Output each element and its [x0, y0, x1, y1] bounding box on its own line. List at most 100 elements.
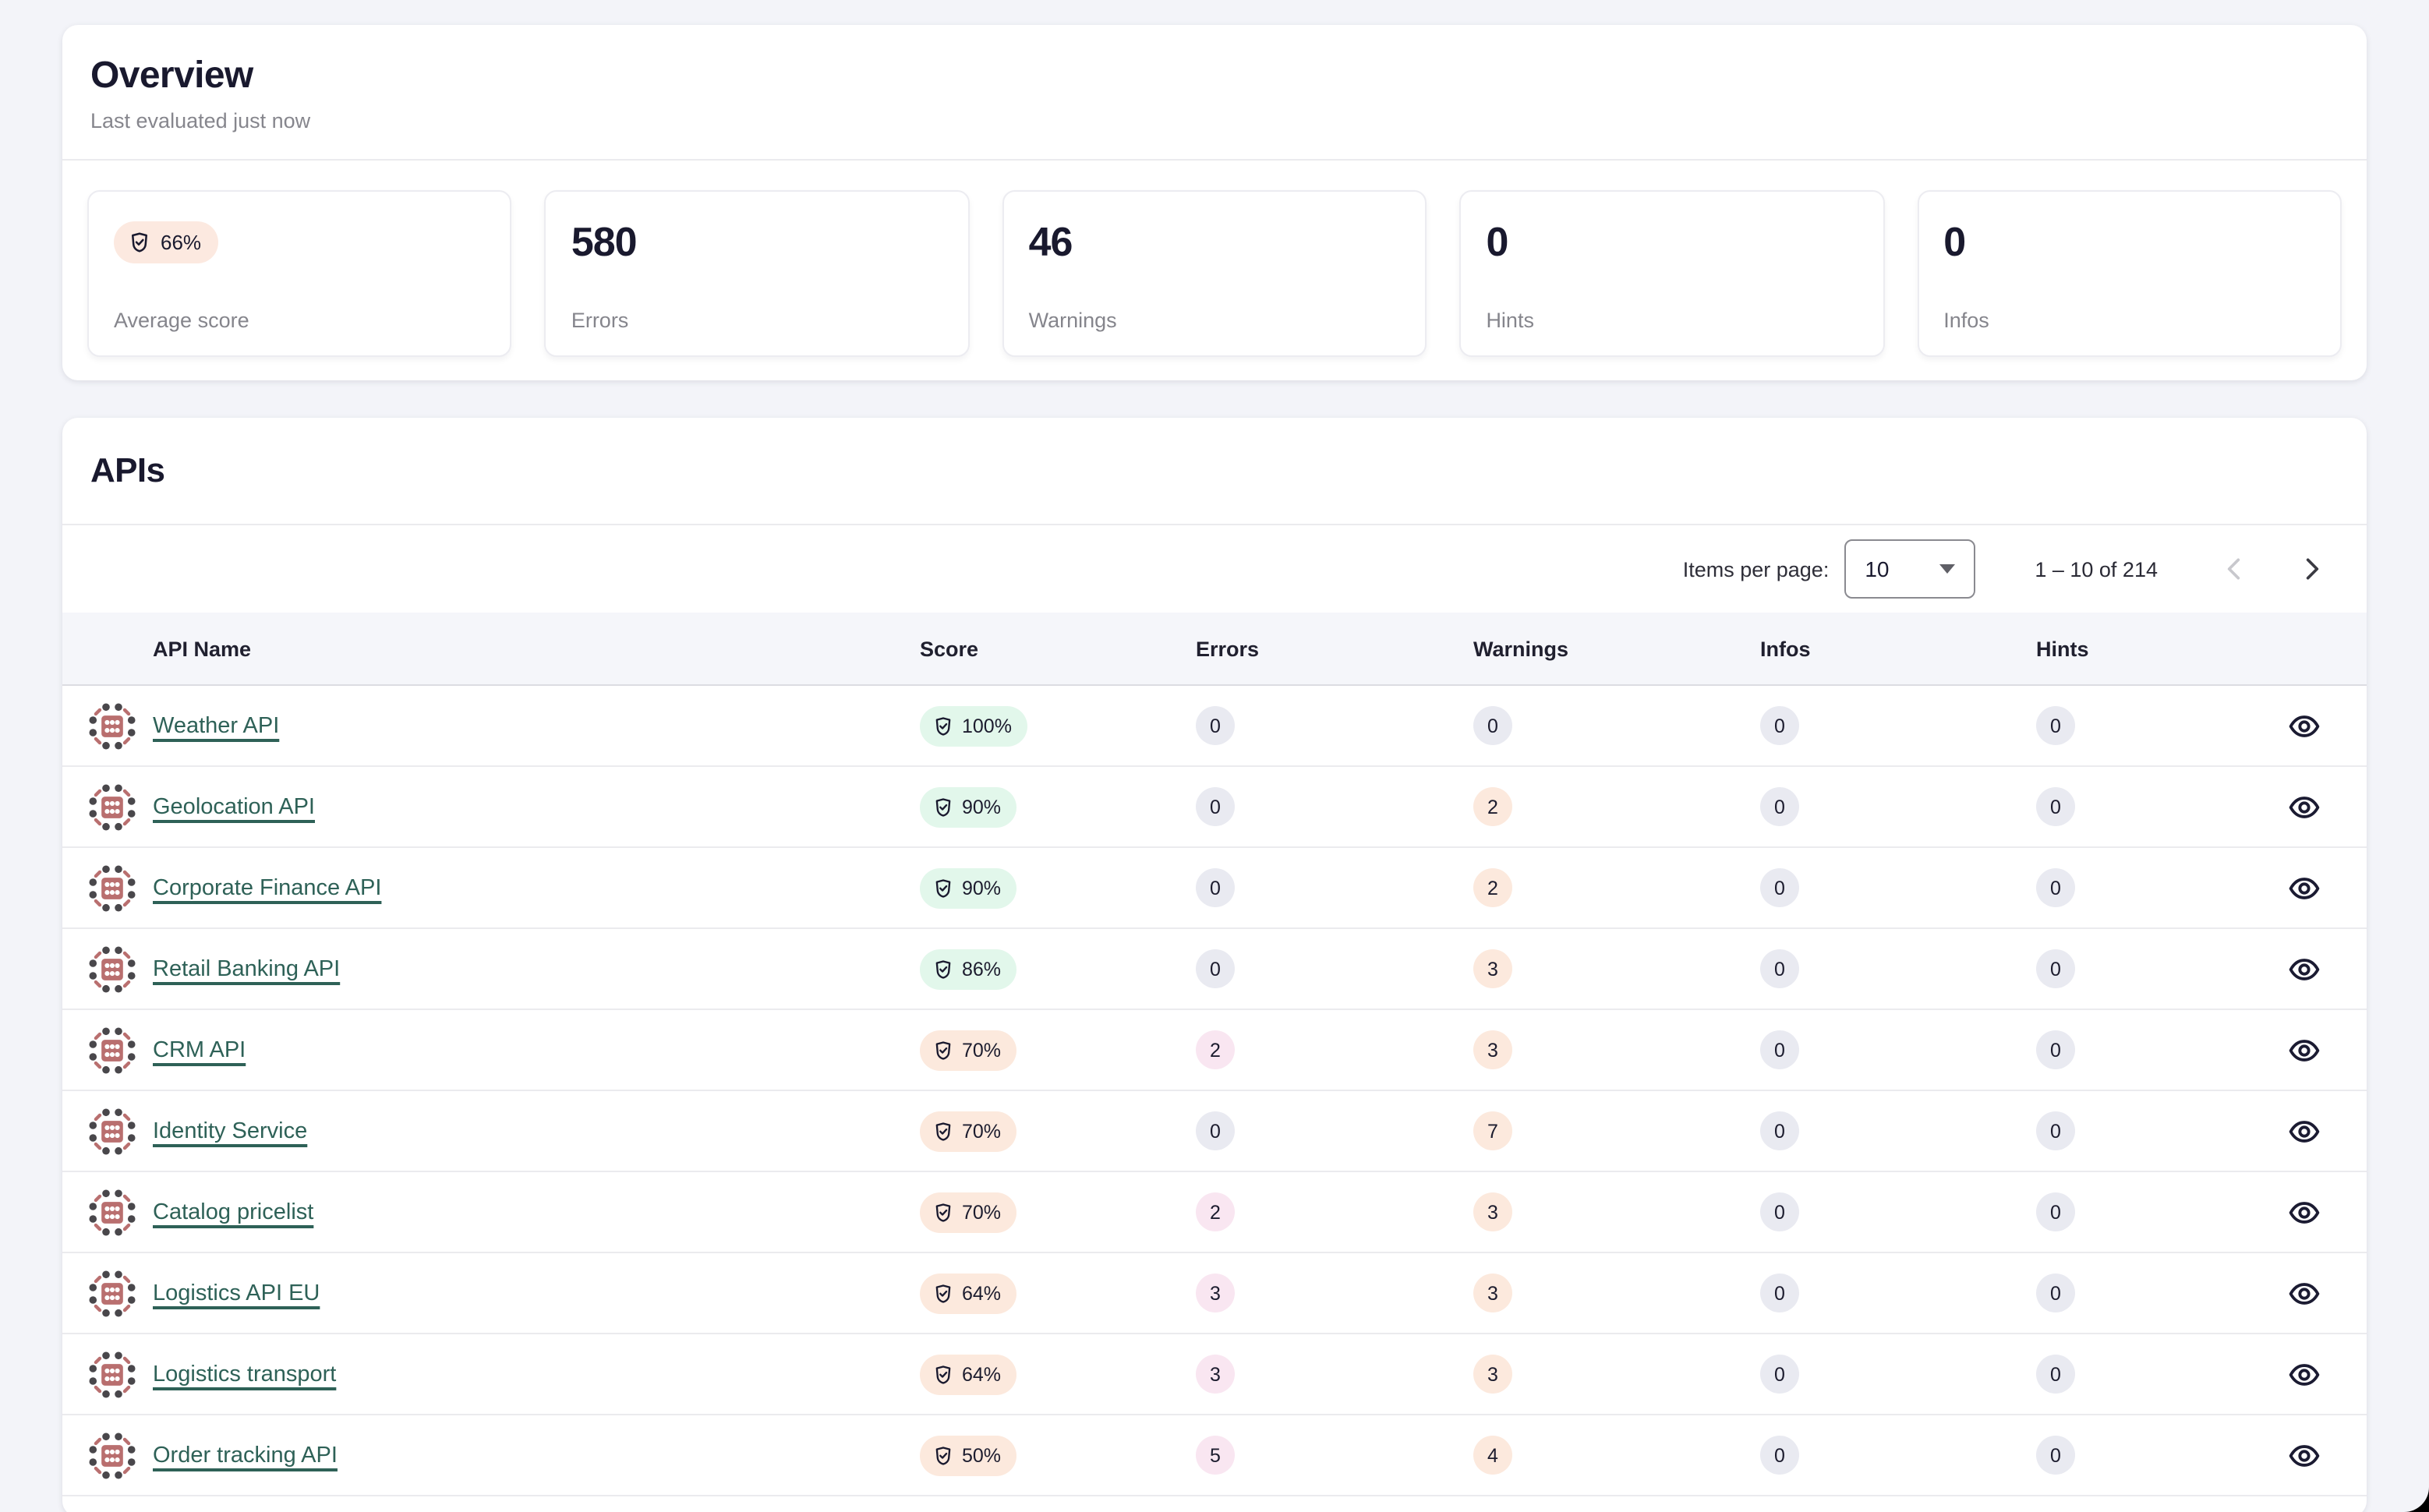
view-api-button[interactable] — [2273, 775, 2335, 838]
table-toolbar: Items per page: 10 1 – 10 of 214 — [62, 525, 2367, 613]
errors-cell: 0 — [1196, 787, 1473, 826]
infos-cell: 0 — [1760, 868, 2036, 907]
api-name-link[interactable]: Identity Service — [153, 1118, 307, 1143]
warnings-cell: 3 — [1473, 1192, 1760, 1231]
stat-label: Infos — [1943, 309, 2315, 332]
stat-value: 0 — [1943, 221, 2315, 264]
items-per-page-select[interactable]: 10 — [1844, 539, 1975, 599]
hints-badge: 0 — [2036, 1436, 2075, 1475]
view-api-button[interactable] — [2273, 938, 2335, 1000]
shield-check-icon — [932, 1120, 954, 1142]
warnings-badge: 3 — [1473, 1274, 1512, 1312]
errors-cell: 3 — [1196, 1355, 1473, 1394]
eye-icon — [2287, 1195, 2321, 1229]
infos-cell: 0 — [1760, 1111, 2036, 1150]
eye-icon — [2287, 871, 2321, 905]
stat-value: 0 — [1486, 221, 1858, 264]
shield-check-icon — [932, 1282, 954, 1304]
warnings-badge: 0 — [1473, 706, 1512, 745]
score-badge: 64% — [920, 1354, 1017, 1394]
table-row: Logistics API EU64%3300 — [62, 1253, 2367, 1334]
table-row: Retail Banking API86%0300 — [62, 929, 2367, 1010]
infos-cell: 0 — [1760, 1274, 2036, 1312]
previous-page-button[interactable] — [2204, 538, 2267, 600]
score-cell: 90% — [920, 786, 1196, 827]
hints-badge: 0 — [2036, 1111, 2075, 1150]
api-name-link[interactable]: CRM API — [153, 1037, 246, 1062]
api-name-link[interactable]: Weather API — [153, 713, 279, 738]
table-row: CRM API70%2300 — [62, 1010, 2367, 1091]
infos-badge: 0 — [1760, 787, 1799, 826]
shield-check-icon — [932, 1201, 954, 1223]
infos-badge: 0 — [1760, 1274, 1799, 1312]
errors-cell: 2 — [1196, 1030, 1473, 1069]
hints-cell: 0 — [2036, 1274, 2267, 1312]
hints-badge: 0 — [2036, 1355, 2075, 1394]
api-logo-icon — [87, 1430, 137, 1480]
stat-label: Average score — [114, 309, 486, 332]
hints-badge: 0 — [2036, 787, 2075, 826]
view-api-button[interactable] — [2273, 1262, 2335, 1324]
infos-badge: 0 — [1760, 949, 1799, 988]
column-header-hints: Hints — [2036, 637, 2267, 660]
warnings-badge: 3 — [1473, 1355, 1512, 1394]
api-name-link[interactable]: Logistics API EU — [153, 1281, 320, 1305]
stat-label: Warnings — [1029, 309, 1401, 332]
api-name-link[interactable]: Geolocation API — [153, 794, 315, 819]
view-api-button[interactable] — [2273, 857, 2335, 919]
warnings-cell: 4 — [1473, 1436, 1760, 1475]
chevron-left-icon — [2220, 553, 2251, 585]
average-score-badge: 66% — [114, 221, 218, 263]
warnings-badge: 7 — [1473, 1111, 1512, 1150]
eye-icon — [2287, 1033, 2321, 1067]
stat-card-infos: 0 Infos — [1917, 190, 2342, 357]
warnings-cell: 3 — [1473, 949, 1760, 988]
actions-cell — [2267, 938, 2342, 1000]
api-name-link[interactable]: Catalog pricelist — [153, 1199, 313, 1224]
infos-cell: 0 — [1760, 1355, 2036, 1394]
score-badge: 100% — [920, 705, 1027, 746]
api-name-cell: Logistics transport — [87, 1349, 920, 1399]
api-name-link[interactable]: Order tracking API — [153, 1443, 338, 1468]
score-badge: 86% — [920, 949, 1017, 989]
view-api-button[interactable] — [2273, 1019, 2335, 1081]
errors-badge: 0 — [1196, 868, 1235, 907]
actions-cell — [2267, 694, 2342, 757]
hints-badge: 0 — [2036, 868, 2075, 907]
errors-cell: 0 — [1196, 706, 1473, 745]
next-page-button[interactable] — [2279, 538, 2342, 600]
infos-cell: 0 — [1760, 706, 2036, 745]
eye-icon — [2287, 1357, 2321, 1391]
hints-cell: 0 — [2036, 1111, 2267, 1150]
table-header-row: API Name Score Errors Warnings Infos Hin… — [62, 613, 2367, 686]
warnings-cell: 3 — [1473, 1355, 1760, 1394]
api-name-cell: Identity Service — [87, 1106, 920, 1156]
errors-cell: 0 — [1196, 1111, 1473, 1150]
warnings-cell: 2 — [1473, 787, 1760, 826]
view-api-button[interactable] — [2273, 1343, 2335, 1405]
stat-card-errors: 580Errors — [545, 190, 970, 357]
score-badge: 64% — [920, 1273, 1017, 1313]
score-badge: 70% — [920, 1030, 1017, 1070]
table-row: Logistics transport 64% 33 00 — [62, 1334, 2367, 1415]
infos-badge: 0 — [1760, 1192, 1799, 1231]
warnings-cell: 3 — [1473, 1274, 1760, 1312]
chevron-down-icon — [1939, 564, 1955, 574]
view-api-button[interactable] — [2273, 1100, 2335, 1162]
errors-badge: 2 — [1196, 1030, 1235, 1069]
api-name-link[interactable]: Retail Banking API — [153, 956, 340, 981]
api-name-link[interactable]: Logistics transport — [153, 1362, 336, 1387]
view-api-button[interactable] — [2273, 1424, 2335, 1486]
api-name-cell: CRM API — [87, 1025, 920, 1075]
table-row: Weather API100%0000 — [62, 686, 2367, 767]
stat-card-hints: 0Hints — [1459, 190, 1884, 357]
view-api-button[interactable] — [2273, 694, 2335, 757]
column-header-api-name: API Name — [87, 637, 920, 660]
api-name-link[interactable]: Corporate Finance API — [153, 875, 381, 900]
api-logo-icon — [87, 701, 137, 751]
hints-cell: 0 — [2036, 1030, 2267, 1069]
column-header-infos: Infos — [1760, 637, 2036, 660]
warnings-badge: 3 — [1473, 949, 1512, 988]
view-api-button[interactable] — [2273, 1181, 2335, 1243]
hints-cell: 0 — [2036, 787, 2267, 826]
